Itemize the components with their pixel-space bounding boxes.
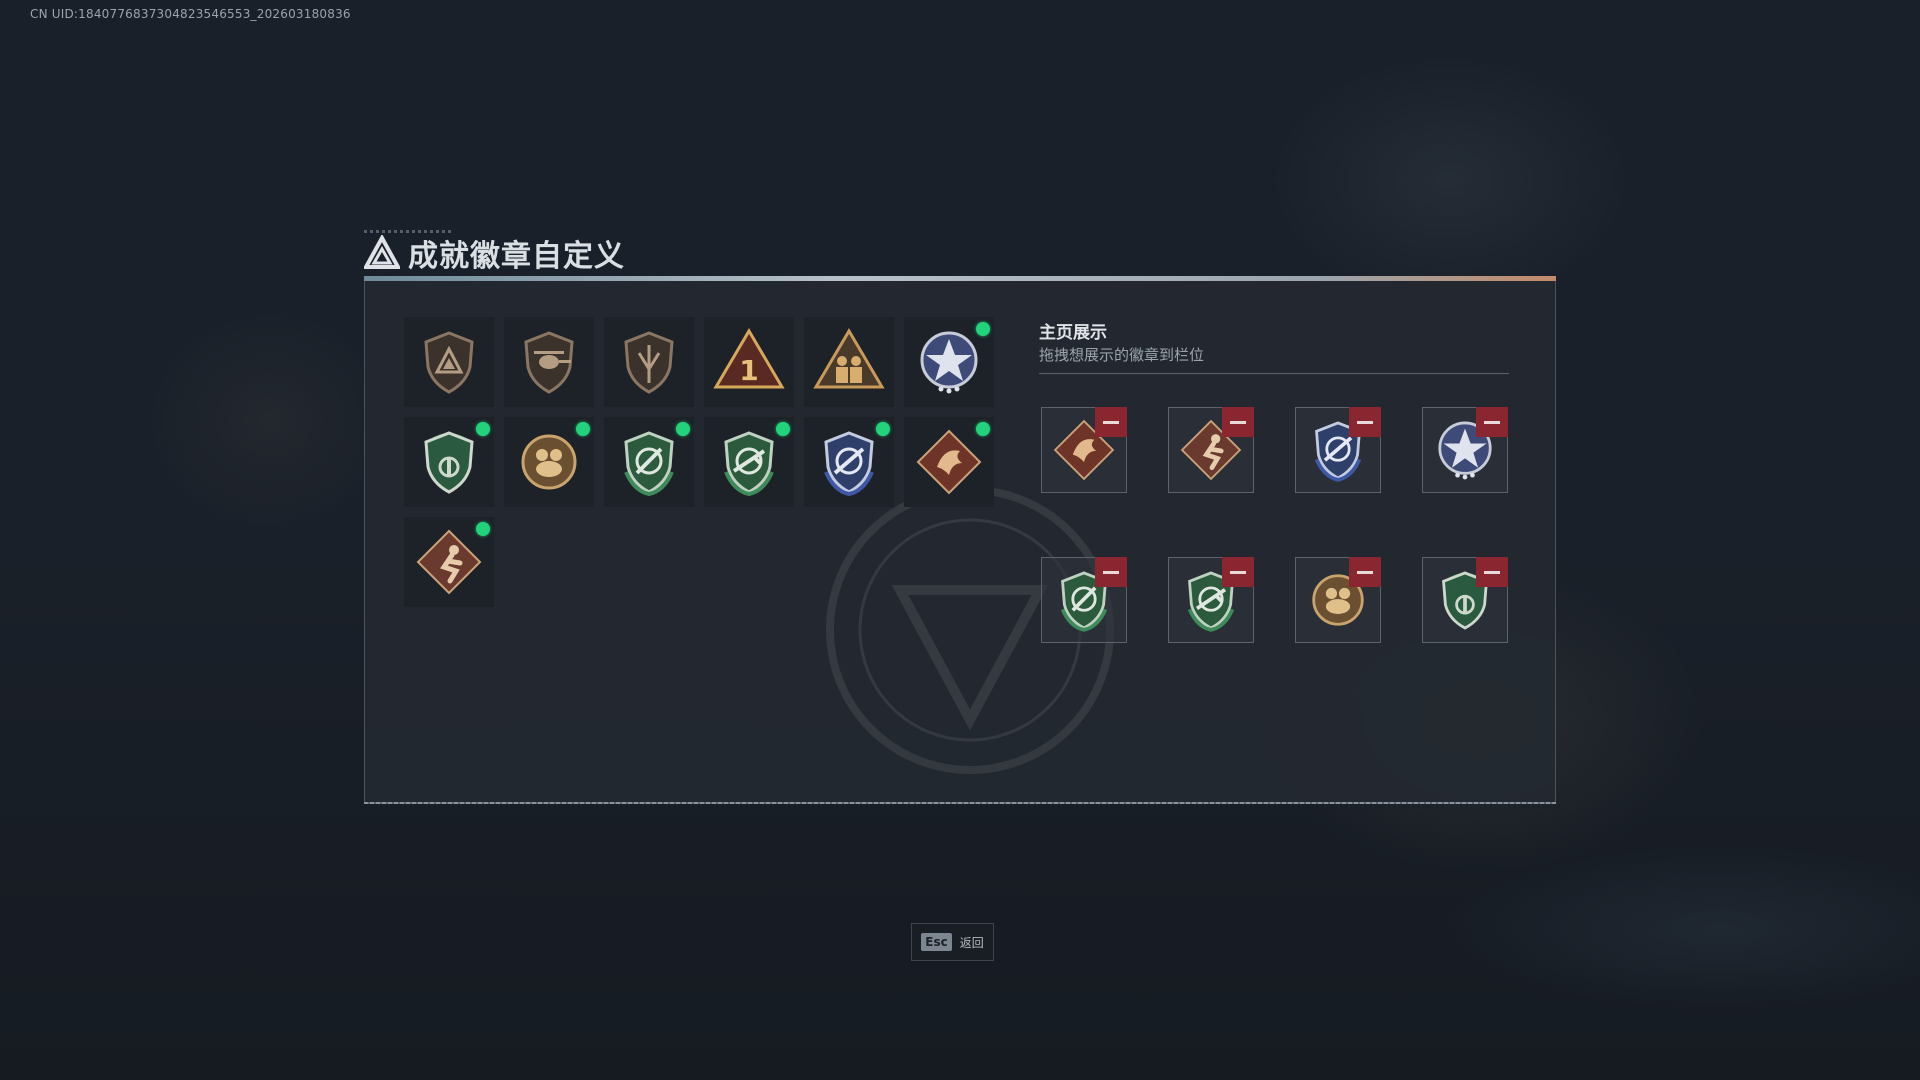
esc-key-hint: Esc [921, 933, 952, 951]
new-badge-dot [976, 322, 990, 336]
badge-inventory-item[interactable] [804, 317, 894, 407]
display-slot[interactable] [1295, 557, 1381, 643]
display-slot[interactable] [1422, 407, 1508, 493]
badge-inventory-item[interactable] [604, 417, 694, 507]
badge-inventory-item[interactable] [804, 417, 894, 507]
bronze-winged-shield-badge-icon [624, 331, 674, 394]
new-badge-dot [476, 522, 490, 536]
badge-inventory-item[interactable] [504, 417, 594, 507]
game-logo-icon [364, 235, 400, 269]
minus-icon [1230, 571, 1246, 574]
display-slot[interactable] [1168, 407, 1254, 493]
remove-badge-button[interactable] [1095, 407, 1127, 437]
remove-badge-button[interactable] [1095, 557, 1127, 587]
minus-icon [1103, 571, 1119, 574]
remove-badge-button[interactable] [1349, 407, 1381, 437]
new-badge-dot [776, 422, 790, 436]
new-badge-dot [576, 422, 590, 436]
minus-icon [1357, 571, 1373, 574]
badge-inventory-item[interactable] [904, 317, 994, 407]
new-badge-dot [976, 422, 990, 436]
remove-badge-button[interactable] [1222, 557, 1254, 587]
new-badge-dot [876, 422, 890, 436]
gold-number-one-triangle-badge-icon: 1 [713, 328, 785, 389]
badge-inventory-item[interactable] [504, 317, 594, 407]
display-slot[interactable] [1168, 557, 1254, 643]
remove-badge-button[interactable] [1476, 557, 1508, 587]
display-slot[interactable] [1295, 407, 1381, 493]
badge-inventory-item[interactable] [704, 417, 794, 507]
bronze-triangle-shield-badge-icon [424, 331, 474, 394]
svg-text:1: 1 [739, 354, 758, 387]
back-button[interactable]: Esc 返回 [911, 923, 994, 961]
minus-icon [1230, 421, 1246, 424]
panel-bottom-border [364, 802, 1556, 804]
remove-badge-button[interactable] [1476, 407, 1508, 437]
display-slot[interactable] [1041, 557, 1127, 643]
minus-icon [1484, 571, 1500, 574]
uid-label: CN UID:1840776837304823546553_2026031808… [30, 7, 351, 21]
display-section-title: 主页展示 [1039, 323, 1107, 343]
bronze-helicopter-shield-badge-icon [524, 331, 574, 394]
display-section-hint: 拖拽想展示的徽章到栏位 [1039, 346, 1205, 364]
new-badge-dot [676, 422, 690, 436]
badge-inventory-item[interactable] [404, 317, 494, 407]
badge-inventory-item[interactable]: 1 [704, 317, 794, 407]
display-section-divider [1039, 373, 1509, 374]
minus-icon [1103, 421, 1119, 424]
badge-inventory-item[interactable] [904, 417, 994, 507]
display-slot[interactable] [1041, 407, 1127, 493]
page-header: 成就徽章自定义 [364, 231, 625, 275]
gold-soldiers-triangle-badge-icon [813, 328, 885, 389]
badge-inventory-item[interactable] [404, 517, 494, 607]
minus-icon [1357, 421, 1373, 424]
remove-badge-button[interactable] [1222, 407, 1254, 437]
badge-inventory-item[interactable] [404, 417, 494, 507]
panel-top-border [364, 276, 1556, 281]
new-badge-dot [476, 422, 490, 436]
back-label: 返回 [959, 935, 984, 950]
minus-icon [1484, 421, 1500, 424]
remove-badge-button[interactable] [1349, 557, 1381, 587]
badge-inventory-item[interactable] [604, 317, 694, 407]
page-title: 成就徽章自定义 [408, 239, 625, 274]
display-slot[interactable] [1422, 557, 1508, 643]
